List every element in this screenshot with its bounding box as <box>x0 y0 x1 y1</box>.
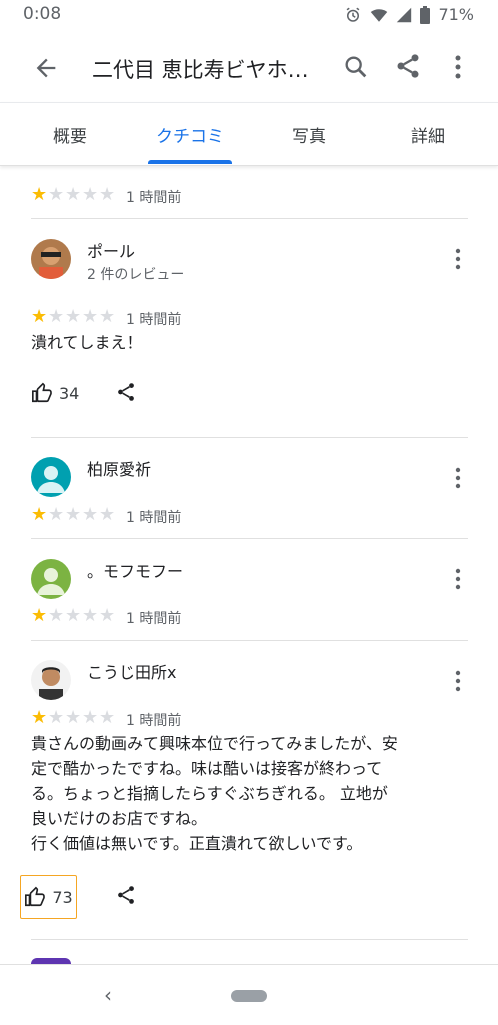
star-icon: ★ <box>48 184 65 205</box>
star-icon: ★ <box>31 707 48 728</box>
divider <box>31 640 468 641</box>
star-icon: ★ <box>99 707 116 728</box>
like-count: 34 <box>59 383 80 403</box>
star-icon: ★ <box>99 184 116 205</box>
more-vert-icon[interactable] <box>449 247 467 271</box>
star-icon: ★ <box>48 504 65 525</box>
reviewer-name[interactable]: ポール <box>87 238 135 262</box>
divider <box>31 939 468 940</box>
star-icon: ★ <box>48 605 65 626</box>
reviewer-name[interactable]: 柏原愛祈 <box>87 456 151 480</box>
reviewer-name[interactable]: こうじ田所x <box>87 659 176 683</box>
rating-stars: ★ ★ ★ ★ ★ <box>31 709 116 727</box>
share-icon[interactable] <box>115 884 137 906</box>
like-button[interactable]: 73 <box>20 875 77 919</box>
review-text-line: 良いだけのお店ですね。 <box>31 809 208 828</box>
star-icon: ★ <box>48 306 65 327</box>
review-count: 2 件のレビュー <box>87 267 185 283</box>
review-text: 貴さんの動画みて興味本位で行ってみましたが、安 定で酷かったですね。味は酷いは接… <box>31 731 461 856</box>
review-time: 1 時間前 <box>126 312 182 328</box>
review-time: 1 時間前 <box>126 611 182 627</box>
avatar[interactable] <box>31 559 71 599</box>
rating-stars: ★ ★ ★ ★ ★ <box>31 607 116 625</box>
review-text: 潰れてしまえ！ <box>31 333 143 352</box>
app-bar: 二代目 恵比寿ビヤホ… <box>0 30 498 102</box>
like-button[interactable]: 34 <box>31 382 79 404</box>
star-icon: ★ <box>65 504 82 525</box>
review-text-line: 行く価値は無いです。正直潰れて欲しいです。 <box>31 834 363 853</box>
rating-stars: ★ ★ ★ ★ ★ <box>31 506 116 524</box>
star-icon: ★ <box>31 504 48 525</box>
nav-back-icon[interactable]: ‹ <box>104 983 112 1007</box>
tab-bar: 概要 クチコミ 写真 詳細 <box>0 102 498 166</box>
share-icon[interactable] <box>394 52 422 80</box>
alarm-icon <box>347 7 360 22</box>
like-count: 73 <box>52 887 73 907</box>
star-icon: ★ <box>65 707 82 728</box>
star-icon: ★ <box>82 184 99 205</box>
avatar[interactable] <box>31 239 71 279</box>
star-icon: ★ <box>99 605 116 626</box>
signal-icon <box>397 7 412 22</box>
thumbs-up-icon <box>32 382 52 403</box>
star-icon: ★ <box>99 504 116 525</box>
review-time: 1 時間前 <box>126 190 182 206</box>
star-icon: ★ <box>82 707 99 728</box>
tab-details[interactable]: 詳細 <box>368 122 488 147</box>
star-icon: ★ <box>31 605 48 626</box>
tab-photos[interactable]: 写真 <box>249 122 369 147</box>
battery-percent: 71% <box>438 5 474 24</box>
reviewer-name[interactable]: 。モフモフー <box>87 558 183 582</box>
battery-icon <box>420 5 431 24</box>
avatar[interactable] <box>31 660 71 700</box>
star-icon: ★ <box>31 184 48 205</box>
rating-stars: ★ ★ ★ ★ ★ <box>31 186 116 204</box>
status-bar: 0:08 71% <box>0 0 498 30</box>
review-text-line: 定で酷かったですね。味は酷いは接客が終わって <box>31 759 383 778</box>
divider <box>31 437 468 438</box>
star-icon: ★ <box>65 605 82 626</box>
more-vert-icon[interactable] <box>449 466 467 490</box>
share-icon[interactable] <box>115 381 137 403</box>
star-icon: ★ <box>82 605 99 626</box>
back-arrow-icon[interactable] <box>32 54 60 82</box>
more-vert-icon[interactable] <box>453 54 463 80</box>
search-icon[interactable] <box>342 53 370 81</box>
star-icon: ★ <box>82 504 99 525</box>
rating-stars: ★ ★ ★ ★ ★ <box>31 308 116 326</box>
home-pill[interactable] <box>231 990 267 1002</box>
star-icon: ★ <box>82 306 99 327</box>
more-vert-icon[interactable] <box>449 669 467 693</box>
divider <box>31 538 468 539</box>
more-vert-icon[interactable] <box>449 567 467 591</box>
thumbs-up-icon <box>25 886 46 907</box>
star-icon: ★ <box>99 306 116 327</box>
star-icon: ★ <box>31 306 48 327</box>
star-icon: ★ <box>65 306 82 327</box>
review-text-line: る。ちょっと指摘したらすぐぶちぎれる。 立地が <box>31 784 388 803</box>
page-title: 二代目 恵比寿ビヤホ… <box>92 58 309 82</box>
review-time: 1 時間前 <box>126 510 182 526</box>
tab-reviews[interactable]: クチコミ <box>130 122 250 147</box>
wifi-icon <box>371 8 388 22</box>
review-time: 1 時間前 <box>126 713 182 729</box>
review-text-line: 貴さんの動画みて興味本位で行ってみましたが、安 <box>31 734 398 753</box>
tab-indicator <box>148 160 232 164</box>
system-nav-bar: ‹ <box>0 964 498 1025</box>
status-time: 0:08 <box>23 4 62 24</box>
tab-overview[interactable]: 概要 <box>10 122 130 147</box>
avatar[interactable] <box>31 457 71 497</box>
divider <box>31 218 468 219</box>
star-icon: ★ <box>65 184 82 205</box>
star-icon: ★ <box>48 707 65 728</box>
